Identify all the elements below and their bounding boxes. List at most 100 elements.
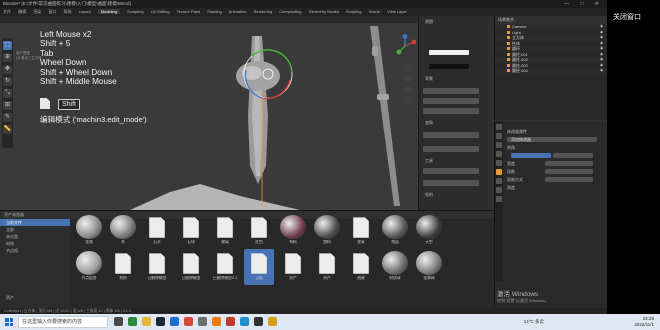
width-field[interactable] [545, 161, 593, 166]
3d-viewport[interactable]: ⬚ ⊕ ✥ ↻ ⤡ ⊞ ✎ 📏 用户透视 (1) 集合 | 立方体 Left M… [0, 16, 418, 210]
asset-item[interactable]: 已删除模型2.1 [210, 249, 240, 285]
catalog-item[interactable]: 未分类 [0, 233, 70, 240]
settings-icon[interactable] [198, 317, 207, 326]
clock-date[interactable]: 2022/11/1 [634, 322, 654, 328]
catalog-item[interactable]: 全部 [0, 226, 70, 233]
tab-texture-paint[interactable]: Texture Paint [177, 9, 200, 14]
menu-render[interactable]: 渲染 [33, 9, 41, 14]
taskbar-search-input[interactable]: 在这里输入你要搜索的内容 [18, 316, 108, 328]
menu-edit[interactable]: 编辑 [18, 9, 26, 14]
close-button[interactable]: ✕ [595, 1, 604, 7]
asset-item[interactable]: 当前 [244, 249, 274, 285]
modifier-mode-toggle[interactable] [511, 153, 551, 158]
modifier-mode-toggle[interactable] [553, 153, 593, 158]
measure-icon[interactable]: 📏 [3, 125, 12, 134]
wps-icon[interactable] [226, 317, 235, 326]
close-window-link[interactable]: 关闭窗口 [613, 12, 641, 22]
zoom-icon[interactable] [404, 64, 412, 72]
menu-file[interactable]: 文件 [3, 9, 11, 14]
tab-rendering[interactable]: Rendering [254, 9, 272, 14]
asset-item[interactable]: 金属球 [414, 249, 444, 285]
catalog-item[interactable]: 当前文件 [0, 219, 70, 226]
asset-item[interactable]: 皮革 [346, 213, 376, 249]
grid-icon[interactable] [404, 97, 412, 105]
scene-selector[interactable]: Scene [369, 9, 380, 14]
limit-method-field[interactable] [545, 177, 593, 182]
segments-field[interactable] [545, 169, 593, 174]
mail-icon[interactable] [170, 317, 179, 326]
view-layer-selector[interactable]: View Layer [387, 9, 407, 14]
cursor-icon[interactable]: ⊕ [3, 53, 12, 62]
asset-item[interactable]: 金属 [74, 213, 104, 249]
weather-widget[interactable]: 14°C 多云 [524, 319, 544, 325]
output-tab-icon[interactable] [496, 142, 502, 148]
asset-item[interactable]: 地面 [380, 213, 410, 249]
catalog-item[interactable]: 节点组 [0, 247, 70, 254]
asset-item[interactable]: 石头 [142, 213, 172, 249]
asset-item[interactable]: 资产 [312, 249, 342, 285]
outliner-item[interactable]: 圆柱.004 ◉ [495, 68, 607, 74]
asset-item[interactable]: 布料 [278, 213, 308, 249]
menu-help[interactable]: 帮助 [64, 9, 72, 14]
steam-icon[interactable] [156, 317, 165, 326]
menu-window[interactable]: 窗口 [48, 9, 56, 14]
asset-item[interactable]: 材质球 [380, 249, 410, 285]
tab-uv-editing[interactable]: UV Editing [151, 9, 170, 14]
eye-icon[interactable]: ◉ [600, 68, 603, 74]
asset-item[interactable]: 红色 [244, 213, 274, 249]
modifier-tab-icon[interactable] [496, 169, 502, 175]
chrome-icon[interactable] [184, 317, 193, 326]
npanel-field[interactable] [423, 98, 479, 104]
move-icon[interactable]: ✥ [3, 65, 12, 74]
object-tab-icon[interactable] [496, 160, 502, 166]
asset-item[interactable]: 天空 [414, 213, 444, 249]
file-explorer-icon[interactable] [142, 317, 151, 326]
window-controls[interactable]: — □ ✕ [564, 0, 604, 8]
asset-item[interactable]: 图案 [346, 249, 376, 285]
transform-icon[interactable]: ⊞ [3, 101, 12, 110]
browser-icon[interactable] [128, 317, 137, 326]
asset-item[interactable]: 石块 [176, 213, 206, 249]
asset-item[interactable]: 已删除模型 [176, 249, 206, 285]
material-tab-icon[interactable] [496, 196, 502, 202]
npanel-field[interactable] [423, 168, 479, 174]
tab-layout[interactable]: Layout [79, 9, 91, 14]
tab-geometry-nodes[interactable]: Geometry Nodes [309, 9, 339, 14]
camera-icon[interactable] [404, 86, 412, 94]
tab-modeling[interactable]: Modeling [97, 9, 120, 14]
blender-icon[interactable] [212, 317, 221, 326]
scene-tab-icon[interactable] [496, 151, 502, 157]
tab-sculpting[interactable]: Sculpting [127, 9, 143, 14]
particles-tab-icon[interactable] [496, 178, 502, 184]
tab-shading[interactable]: Shading [207, 9, 222, 14]
npanel-field[interactable] [423, 146, 479, 152]
scale-icon[interactable]: ⤡ [3, 89, 12, 98]
tool-tab-icon[interactable] [496, 124, 502, 130]
task-view-icon[interactable] [114, 317, 123, 326]
rotate-icon[interactable]: ↻ [3, 77, 12, 86]
asset-item[interactable]: 塑料 [312, 213, 342, 249]
select-box-icon[interactable]: ⬚ [3, 41, 12, 50]
maximize-button[interactable]: □ [580, 1, 588, 7]
tab-compositing[interactable]: Compositing [279, 9, 301, 14]
asset-item[interactable]: 玻璃 [210, 213, 240, 249]
asset-item[interactable]: 木 [108, 213, 138, 249]
asset-item[interactable]: 材质 [108, 249, 138, 285]
pan-icon[interactable] [404, 75, 412, 83]
color-swatch-black[interactable] [429, 64, 469, 69]
render-tab-icon[interactable] [496, 133, 502, 139]
start-button[interactable] [5, 318, 13, 326]
edge-icon[interactable] [240, 317, 249, 326]
navigation-gizmo[interactable] [394, 34, 416, 58]
physics-tab-icon[interactable] [496, 187, 502, 193]
tab-scripting[interactable]: Scripting [346, 9, 362, 14]
npanel-field[interactable] [423, 108, 479, 114]
minimize-button[interactable]: — [564, 1, 574, 7]
tab-animation[interactable]: Animation [229, 9, 247, 14]
npanel-field[interactable] [423, 88, 479, 94]
annotate-icon[interactable]: ✎ [3, 113, 12, 122]
asset-item[interactable]: 节点组合 [74, 249, 104, 285]
npanel-field[interactable] [423, 180, 479, 186]
catalog-item[interactable]: 材质 [0, 240, 70, 247]
color-swatch-white[interactable] [429, 50, 469, 55]
